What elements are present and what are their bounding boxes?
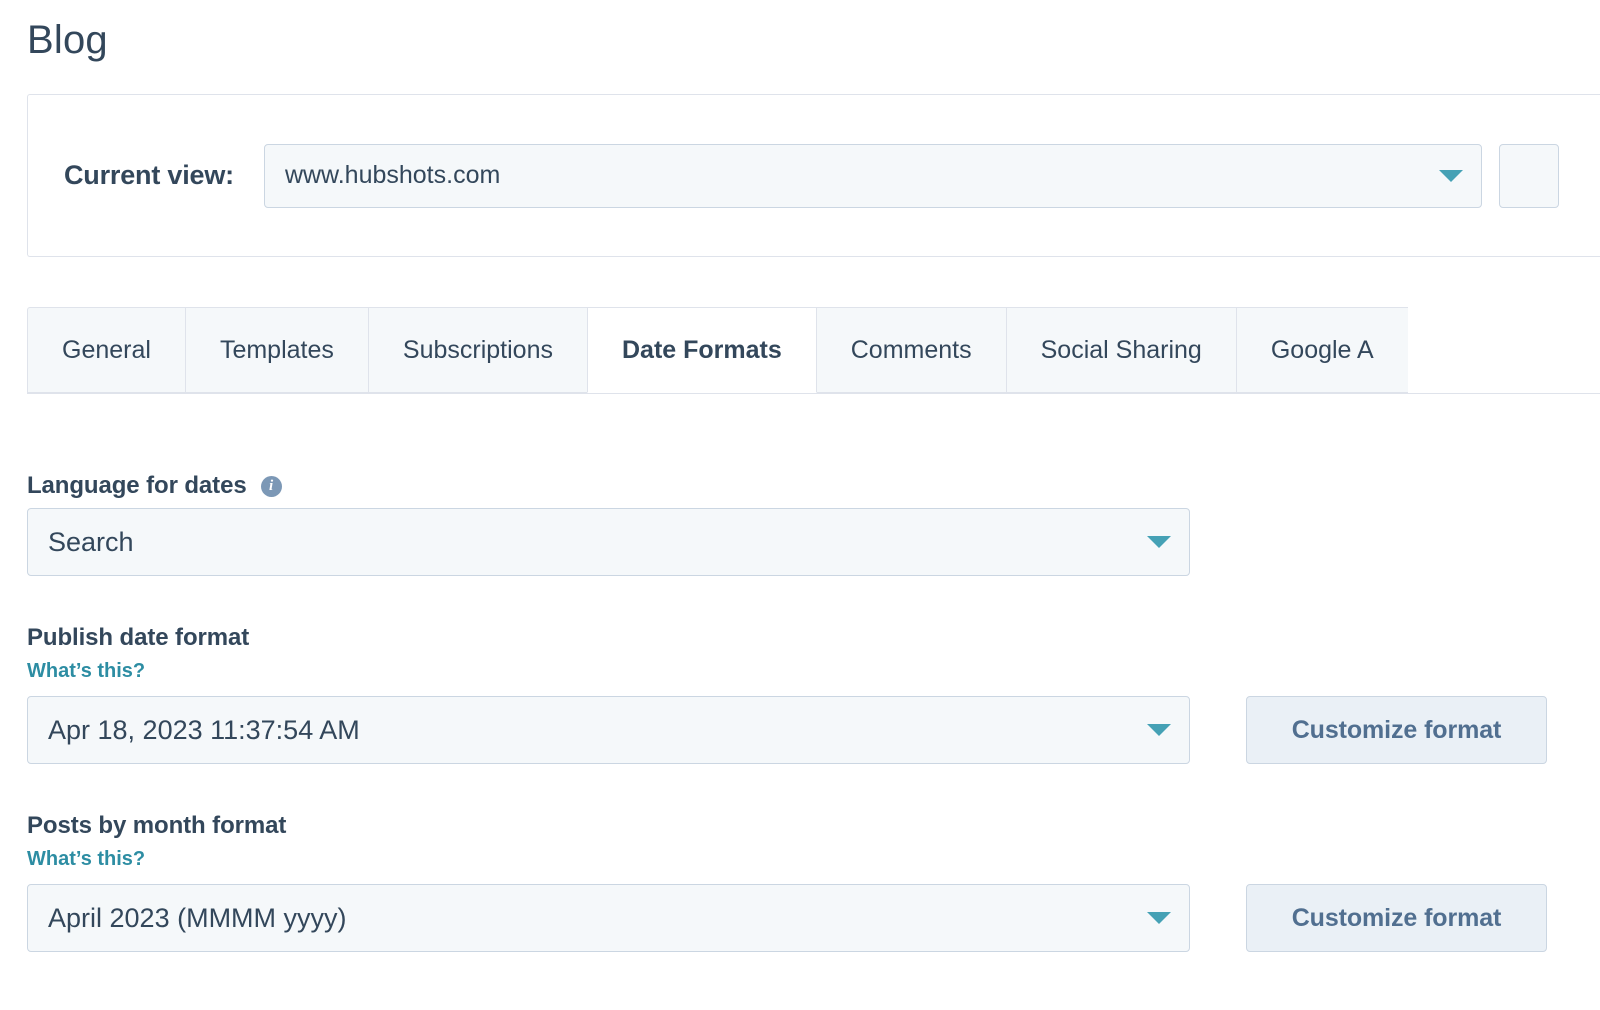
posts-by-month-format-help-link[interactable]: What’s this? — [27, 848, 145, 871]
info-icon[interactable]: i — [261, 476, 282, 497]
form-spacer — [27, 596, 1600, 624]
current-view-select[interactable]: www.hubshots.com — [264, 144, 1482, 208]
language-for-dates-label-text: Language for dates — [27, 472, 247, 500]
tab-comments[interactable]: Comments — [817, 307, 1006, 393]
tab-general[interactable]: General — [27, 307, 185, 393]
language-for-dates-value: Search — [48, 527, 134, 558]
publish-date-format-label: Publish date format — [27, 624, 1600, 652]
chevron-down-icon — [1147, 912, 1171, 924]
settings-tabs: General Templates Subscriptions Date For… — [27, 305, 1600, 394]
date-formats-form: Language for dates i Search Publish date… — [27, 472, 1600, 952]
posts-by-month-format-label: Posts by month format — [27, 812, 1600, 840]
chevron-down-icon — [1147, 724, 1171, 736]
tab-google-amp[interactable]: Google A — [1236, 307, 1408, 393]
publish-date-format-value: Apr 18, 2023 11:37:54 AM — [48, 715, 360, 746]
publish-date-format-row: Apr 18, 2023 11:37:54 AM Customize forma… — [27, 696, 1600, 764]
chevron-down-icon — [1147, 536, 1171, 548]
form-spacer — [27, 784, 1600, 812]
current-view-secondary-control[interactable] — [1499, 144, 1559, 208]
posts-by-month-format-value: April 2023 (MMMM yyyy) — [48, 903, 347, 934]
publish-date-format-select[interactable]: Apr 18, 2023 11:37:54 AM — [27, 696, 1190, 764]
field-publish-date-format: Publish date format What’s this? Apr 18,… — [27, 624, 1600, 764]
current-view-value: www.hubshots.com — [285, 161, 500, 190]
posts-by-month-format-row: April 2023 (MMMM yyyy) Customize format — [27, 884, 1600, 952]
publish-date-format-help-link[interactable]: What’s this? — [27, 660, 145, 683]
current-view-label: Current view: — [64, 160, 234, 191]
posts-by-month-format-select[interactable]: April 2023 (MMMM yyyy) — [27, 884, 1190, 952]
publish-date-format-label-text: Publish date format — [27, 624, 249, 652]
language-for-dates-label: Language for dates i — [27, 472, 1600, 500]
page-title: Blog — [27, 0, 1600, 60]
posts-by-month-format-label-text: Posts by month format — [27, 812, 286, 840]
tab-social-sharing[interactable]: Social Sharing — [1006, 307, 1236, 393]
current-view-card: Current view: www.hubshots.com — [27, 94, 1600, 257]
tab-date-formats[interactable]: Date Formats — [587, 307, 817, 393]
tab-subscriptions[interactable]: Subscriptions — [368, 307, 587, 393]
language-for-dates-row: Search — [27, 508, 1600, 576]
language-for-dates-select[interactable]: Search — [27, 508, 1190, 576]
posts-by-month-customize-format-button[interactable]: Customize format — [1246, 884, 1547, 952]
field-posts-by-month-format: Posts by month format What’s this? April… — [27, 812, 1600, 952]
tab-templates[interactable]: Templates — [185, 307, 368, 393]
chevron-down-icon — [1439, 170, 1463, 182]
field-language-for-dates: Language for dates i Search — [27, 472, 1600, 576]
blog-settings-page: Blog Current view: www.hubshots.com Gene… — [0, 0, 1600, 1010]
publish-date-customize-format-button[interactable]: Customize format — [1246, 696, 1547, 764]
